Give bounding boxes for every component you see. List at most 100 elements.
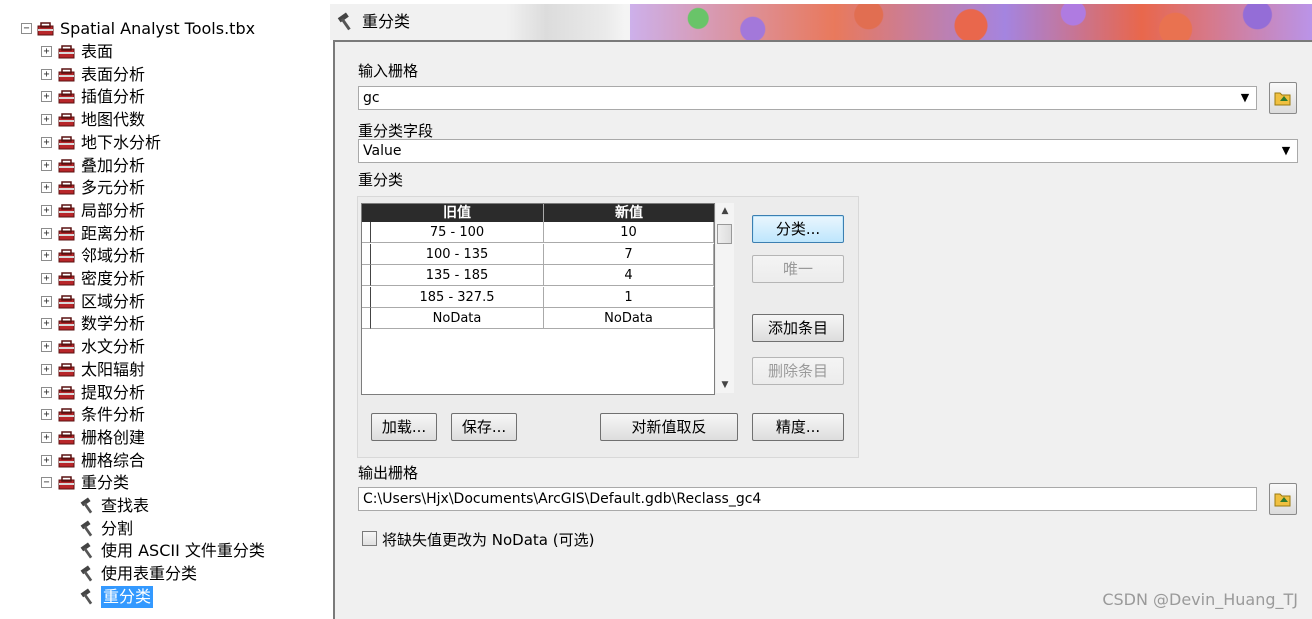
- toolset-icon: [58, 45, 75, 59]
- dropdown-arrow-icon[interactable]: ▼: [1277, 142, 1295, 160]
- toolset-item[interactable]: + 邻域分析: [0, 245, 320, 267]
- save-button[interactable]: 保存...: [451, 413, 517, 441]
- tool-item[interactable]: 使用表重分类: [0, 563, 320, 585]
- expand-icon[interactable]: +: [41, 363, 52, 375]
- tool-item[interactable]: 重分类: [0, 585, 320, 608]
- toolset-item[interactable]: + 区域分析: [0, 291, 320, 313]
- toolset-item[interactable]: + 数学分析: [0, 313, 320, 335]
- table-scrollbar[interactable]: ▲ ▼: [716, 203, 734, 393]
- toolset-item[interactable]: + 插值分析: [0, 86, 320, 108]
- expand-icon[interactable]: +: [41, 295, 52, 307]
- toolset-item[interactable]: + 地图代数: [0, 109, 320, 131]
- new-value-cell[interactable]: 1: [544, 286, 714, 308]
- dropdown-arrow-icon[interactable]: ▼: [1236, 89, 1254, 107]
- expand-icon[interactable]: +: [41, 136, 52, 148]
- expand-icon[interactable]: +: [41, 386, 52, 398]
- toolset-label: 区域分析: [81, 291, 146, 311]
- new-value-cell[interactable]: 10: [544, 222, 714, 243]
- toolset-label: 邻域分析: [81, 246, 146, 266]
- row-selector[interactable]: [362, 243, 371, 265]
- toolset-item[interactable]: + 叠加分析: [0, 155, 320, 177]
- old-value-cell[interactable]: 100 - 135: [371, 243, 544, 265]
- old-value-cell[interactable]: 75 - 100: [371, 222, 544, 243]
- toolset-item[interactable]: + 地下水分析: [0, 132, 320, 154]
- output-raster-input[interactable]: C:\Users\Hjx\Documents\ArcGIS\Default.gd…: [358, 487, 1257, 511]
- reclass-field-label: 重分类字段: [358, 122, 434, 140]
- toolset-icon: [58, 272, 75, 286]
- toolset-icon: [58, 476, 75, 490]
- row-selector[interactable]: [362, 222, 371, 243]
- expand-icon[interactable]: +: [41, 227, 52, 239]
- reclass-field-combo[interactable]: Value ▼: [358, 139, 1298, 163]
- expand-icon[interactable]: +: [41, 454, 52, 466]
- old-value-cell[interactable]: 185 - 327.5: [371, 286, 544, 308]
- collapse-icon[interactable]: −: [21, 23, 32, 34]
- missing-values-checkbox[interactable]: [362, 531, 377, 546]
- row-selector[interactable]: [362, 286, 371, 308]
- expand-icon[interactable]: +: [41, 273, 52, 284]
- hammer-icon: [337, 12, 351, 31]
- toolset-item[interactable]: + 表面分析: [0, 64, 320, 86]
- input-raster-browse-button[interactable]: [1269, 82, 1297, 114]
- unique-button[interactable]: 唯一: [752, 255, 844, 283]
- tree-root-toolbox[interactable]: − Spatial Analyst Tools.tbx: [0, 18, 320, 40]
- toolset-item[interactable]: + 多元分析: [0, 177, 320, 199]
- scroll-up-icon[interactable]: ▲: [716, 203, 734, 219]
- delete-entry-button[interactable]: 删除条目: [752, 357, 844, 385]
- toolset-label: 地图代数: [81, 110, 146, 130]
- expand-icon[interactable]: +: [41, 341, 52, 353]
- expand-icon[interactable]: +: [41, 182, 52, 194]
- expand-icon[interactable]: +: [41, 114, 52, 126]
- toolset-item[interactable]: + 太阳辐射: [0, 359, 320, 381]
- toolset-item[interactable]: + 提取分析: [0, 382, 320, 404]
- new-value-cell[interactable]: 4: [544, 265, 714, 287]
- toolset-item-expanded[interactable]: − 重分类: [0, 472, 320, 494]
- reclass-table[interactable]: 旧值 新值 75 - 100 10 100 - 135 7 135 - 185 4 185 …: [361, 203, 715, 395]
- new-value-cell[interactable]: 7: [544, 243, 714, 265]
- old-value-cell[interactable]: 135 - 185: [371, 265, 544, 287]
- toolset-item[interactable]: + 表面: [0, 41, 320, 63]
- toolset-item[interactable]: + 水文分析: [0, 336, 320, 358]
- missing-values-label: 将缺失值更改为 NoData (可选): [382, 531, 595, 549]
- precision-button[interactable]: 精度...: [752, 413, 844, 441]
- row-selector[interactable]: [362, 265, 371, 287]
- expand-icon[interactable]: +: [41, 409, 52, 421]
- scroll-thumb[interactable]: [717, 224, 732, 244]
- output-raster-browse-button[interactable]: [1269, 483, 1297, 515]
- scroll-down-icon[interactable]: ▼: [716, 377, 734, 393]
- toolset-item[interactable]: + 局部分析: [0, 200, 320, 222]
- expand-icon[interactable]: +: [41, 431, 52, 443]
- row-selector[interactable]: [362, 308, 371, 330]
- input-raster-combo[interactable]: gc ▼: [358, 86, 1257, 110]
- load-button[interactable]: 加载...: [371, 413, 437, 441]
- toolbox-tree: − Spatial Analyst Tools.tbx + 表面 + 表面分析 + 插值分…: [0, 0, 320, 617]
- toolset-item[interactable]: + 密度分析: [0, 268, 320, 290]
- collapse-icon[interactable]: −: [41, 477, 52, 489]
- toolset-label: 栅格创建: [81, 427, 146, 447]
- toolset-item[interactable]: + 距离分析: [0, 223, 320, 245]
- input-raster-label: 输入栅格: [358, 62, 419, 80]
- expand-icon[interactable]: +: [41, 204, 52, 216]
- add-entry-button[interactable]: 添加条目: [752, 314, 844, 342]
- new-value-cell[interactable]: NoData: [544, 308, 714, 330]
- expand-icon[interactable]: +: [41, 250, 52, 262]
- old-value-cell[interactable]: NoData: [371, 308, 544, 330]
- tool-dialog-panel: 输入栅格 gc ▼ 重分类字段 Value ▼ 重分类 旧值 新值 75 - 1…: [333, 40, 1312, 619]
- toolset-item[interactable]: + 栅格综合: [0, 450, 320, 472]
- toolset-item[interactable]: + 栅格创建: [0, 427, 320, 449]
- expand-icon[interactable]: +: [41, 159, 52, 171]
- classify-button[interactable]: 分类...: [752, 215, 844, 243]
- toolset-icon: [58, 249, 75, 263]
- expand-icon[interactable]: +: [41, 46, 52, 57]
- tool-item[interactable]: 使用 ASCII 文件重分类: [0, 540, 320, 562]
- expand-icon[interactable]: +: [41, 318, 52, 330]
- toolset-label: 条件分析: [81, 405, 146, 425]
- reverse-new-values-button[interactable]: 对新值取反: [600, 413, 738, 441]
- toolbox-icon: [37, 22, 54, 36]
- toolset-label: 距离分析: [81, 223, 146, 243]
- expand-icon[interactable]: +: [41, 68, 52, 80]
- tool-item[interactable]: 查找表: [0, 495, 320, 517]
- tool-item[interactable]: 分割: [0, 518, 320, 540]
- expand-icon[interactable]: +: [41, 91, 52, 103]
- toolset-item[interactable]: + 条件分析: [0, 404, 320, 426]
